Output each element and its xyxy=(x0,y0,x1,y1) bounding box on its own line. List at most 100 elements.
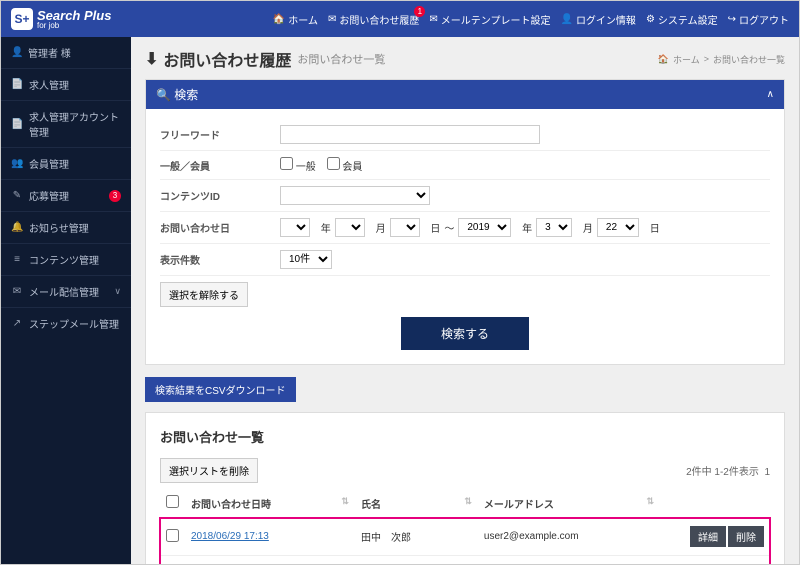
sidebar-user: 👤 管理者 様 xyxy=(1,37,131,68)
list-title: お問い合わせ一覧 xyxy=(160,423,770,452)
breadcrumb: 🏠 ホーム > お問い合わせ一覧 xyxy=(658,53,785,66)
type-member[interactable]: 会員 xyxy=(327,157,363,173)
from-day-select[interactable] xyxy=(390,218,420,237)
delete-button[interactable]: 削除 xyxy=(728,526,764,547)
sidebar: 👤 管理者 様 📄 求人管理 📄 求人管理アカウント管理 👥 会員管理 ✎ 応募管理 3 🔔 お知ら… xyxy=(1,37,131,564)
logo[interactable]: S+ Search Plus for job xyxy=(11,8,111,30)
home-icon: 🏠 xyxy=(658,54,669,65)
detail-button[interactable]: 詳細 xyxy=(690,526,726,547)
to-year-select[interactable]: 2019 xyxy=(458,218,511,237)
sidebar-item-label: 会員管理 xyxy=(29,156,69,171)
top-bar: S+ Search Plus for job 🏠ホーム ✉お問い合わせ履歴1 ✉メー… xyxy=(1,1,799,37)
logo-line1: Search Plus xyxy=(37,9,111,22)
sort-icon[interactable]: ⇅ xyxy=(646,496,654,507)
rows-select[interactable]: 10件 xyxy=(280,250,332,269)
sidebar-item-icon: ✉ xyxy=(11,286,23,297)
sidebar-item-label: 求人管理アカウント管理 xyxy=(29,109,121,139)
topnav-item-4[interactable]: ⚙システム設定 xyxy=(646,12,718,27)
topnav-item-3[interactable]: 👤ログイン情報 xyxy=(560,12,635,27)
row-date-link[interactable]: 2018/06/29 17:13 xyxy=(191,531,269,542)
freeword-input[interactable] xyxy=(280,125,540,144)
page-subtitle: お問い合わせ一覧 xyxy=(297,51,385,67)
freeword-label: フリーワード xyxy=(160,127,280,142)
sidebar-item-3[interactable]: ✎ 応募管理 3 xyxy=(1,179,131,211)
sidebar-item-2[interactable]: 👥 会員管理 xyxy=(1,147,131,179)
sidebar-item-1[interactable]: 📄 求人管理アカウント管理 xyxy=(1,100,131,147)
sidebar-user-name: 管理者 様 xyxy=(28,45,71,60)
nav-icon: ✉ xyxy=(429,14,437,25)
from-month-select[interactable] xyxy=(335,218,365,237)
nav-badge: 1 xyxy=(414,6,425,17)
nav-icon: ↪ xyxy=(728,14,736,25)
search-panel-header[interactable]: 🔍 検索 ∧ xyxy=(146,80,784,109)
topnav-item-1[interactable]: ✉お問い合わせ履歴1 xyxy=(328,12,419,27)
sidebar-item-0[interactable]: 📄 求人管理 xyxy=(1,68,131,100)
sort-icon[interactable]: ⇅ xyxy=(341,496,349,507)
nav-icon: 👤 xyxy=(560,14,572,25)
sort-icon[interactable]: ⇅ xyxy=(464,496,472,507)
select-all-checkbox[interactable] xyxy=(166,495,179,508)
sidebar-item-icon: 🔔 xyxy=(11,222,23,233)
breadcrumb-home[interactable]: ホーム xyxy=(673,53,700,66)
search-panel: 🔍 検索 ∧ フリーワード 一般／会員 一般 会員 xyxy=(145,79,785,365)
sidebar-item-4[interactable]: 🔔 お知らせ管理 xyxy=(1,211,131,243)
topnav-item-2[interactable]: ✉メールテンプレート設定 xyxy=(429,12,550,27)
sidebar-item-6[interactable]: ✉ メール配信管理 ∨ xyxy=(1,275,131,307)
rows-label: 表示件数 xyxy=(160,252,280,267)
top-nav: 🏠ホーム ✉お問い合わせ履歴1 ✉メールテンプレート設定 👤ログイン情報 ⚙システム設定… xyxy=(273,12,789,27)
list-summary: 2件中 1-2件表示 xyxy=(686,467,759,478)
row-email: user1@example.com xyxy=(478,556,660,565)
sidebar-item-label: 応募管理 xyxy=(29,188,69,203)
sidebar-badge: 3 xyxy=(109,190,121,202)
sidebar-item-icon: 👥 xyxy=(11,158,23,169)
to-day-select[interactable]: 22 xyxy=(597,218,639,237)
date-label: お問い合わせ日 xyxy=(160,220,280,235)
table-row: 2018/06/29 17:12木の葉 太郎user1@example.com詳… xyxy=(160,556,770,565)
nav-icon: ✉ xyxy=(328,14,336,25)
logo-line2: for job xyxy=(37,22,111,30)
clear-selection-button[interactable]: 選択を解除する xyxy=(160,282,248,307)
sidebar-item-label: 求人管理 xyxy=(29,77,69,92)
sidebar-item-label: メール配信管理 xyxy=(29,284,99,299)
type-general[interactable]: 一般 xyxy=(280,157,316,173)
breadcrumb-current: お問い合わせ一覧 xyxy=(713,53,785,66)
sidebar-item-label: コンテンツ管理 xyxy=(29,252,99,267)
sidebar-item-icon: ↗ xyxy=(11,318,23,329)
collapse-icon[interactable]: ∧ xyxy=(767,89,774,100)
type-label: 一般／会員 xyxy=(160,158,280,173)
row-checkbox[interactable] xyxy=(166,529,179,542)
content-id-select[interactable] xyxy=(280,186,430,205)
topnav-item-5[interactable]: ↪ログアウト xyxy=(728,12,789,27)
page-title: ⬇ お問い合わせ履歴 xyxy=(145,47,291,71)
row-name: 木の葉 太郎 xyxy=(355,556,478,565)
chevron-down-icon: ∨ xyxy=(114,286,121,297)
list-page: 1 xyxy=(764,467,770,478)
topnav-item-0[interactable]: 🏠ホーム xyxy=(273,12,318,27)
nav-icon: 🏠 xyxy=(273,14,285,25)
sidebar-item-5[interactable]: ≡ コンテンツ管理 xyxy=(1,243,131,275)
from-year-select[interactable] xyxy=(280,218,310,237)
user-icon: 👤 xyxy=(11,47,23,58)
nav-icon: ⚙ xyxy=(646,14,655,25)
search-button[interactable]: 検索する xyxy=(401,317,529,350)
logo-icon: S+ xyxy=(11,8,33,30)
row-email: user2@example.com xyxy=(478,518,660,556)
sidebar-item-label: ステップメール管理 xyxy=(29,316,119,331)
content-id-label: コンテンツID xyxy=(160,188,280,203)
to-month-select[interactable]: 3 xyxy=(536,218,572,237)
csv-download-button[interactable]: 検索結果をCSVダウンロード xyxy=(145,377,296,402)
sidebar-item-icon: ≡ xyxy=(11,254,23,265)
main-content: ⬇ お問い合わせ履歴 お問い合わせ一覧 🏠 ホーム > お問い合わせ一覧 🔍 検… xyxy=(131,37,799,564)
table-row: 2018/06/29 17:13 田中 次郎user2@example.com 詳細… xyxy=(160,518,770,556)
sidebar-item-icon: 📄 xyxy=(11,119,23,130)
inquiry-table: お問い合わせ日時⇅ 氏名⇅ メールアドレス⇅ 2018/06/29 17:13田… xyxy=(160,489,770,564)
sidebar-item-label: お知らせ管理 xyxy=(29,220,89,235)
inquiry-icon: ⬇ xyxy=(145,49,158,69)
search-icon: 🔍 xyxy=(156,88,171,102)
list-panel: お問い合わせ一覧 選択リストを削除 2件中 1-2件表示 1 お問い合わせ日時⇅… xyxy=(145,412,785,564)
sidebar-item-icon: 📄 xyxy=(11,79,23,90)
sidebar-item-icon: ✎ xyxy=(11,190,23,201)
delete-selected-button-top[interactable]: 選択リストを削除 xyxy=(160,458,258,483)
row-name: 田中 次郎 xyxy=(355,518,478,556)
sidebar-item-7[interactable]: ↗ ステップメール管理 xyxy=(1,307,131,339)
